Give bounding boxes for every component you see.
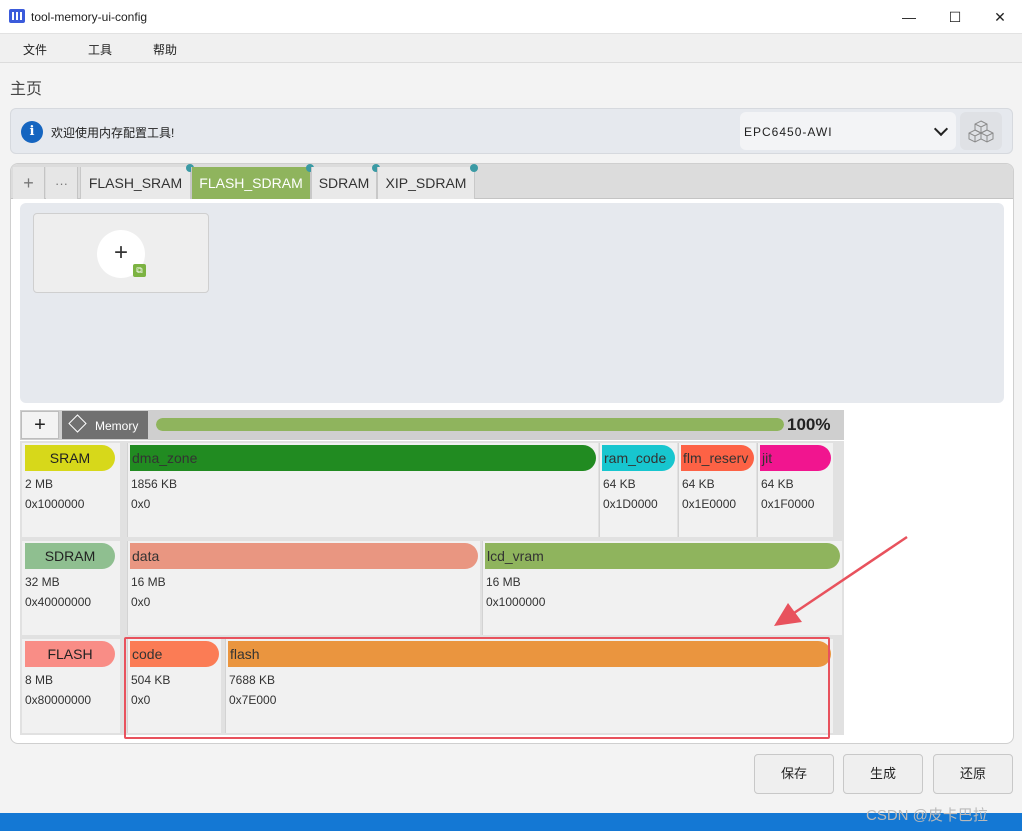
tab-label: FLASH_SRAM <box>88 175 183 191</box>
region-sdram[interactable]: SDRAM 32 MB 0x40000000 <box>22 541 120 635</box>
block-size: 16 MB <box>131 575 166 589</box>
block-jit[interactable]: jit 64 KB 0x1F0000 <box>757 443 833 537</box>
memory-row-sdram: SDRAM 32 MB 0x40000000 data 16 MB 0x0 lc… <box>20 539 844 637</box>
block-size: 64 KB <box>682 477 715 491</box>
block-size: 64 KB <box>761 477 794 491</box>
tab-label: FLASH_SDRAM <box>199 175 303 191</box>
region-address: 0x80000000 <box>25 693 92 707</box>
block-name: data <box>130 543 478 569</box>
region-size: 8 MB <box>25 673 54 687</box>
tab-flash-sram[interactable]: FLASH_SRAM <box>80 164 194 199</box>
memory-label-text: Memory <box>95 419 139 433</box>
add-memory-button[interactable]: + <box>21 411 59 439</box>
cubes-icon <box>968 120 994 143</box>
region-sram[interactable]: SRAM 2 MB 0x1000000 <box>22 443 120 537</box>
block-name: dma_zone <box>130 445 596 471</box>
block-name: flm_reserv <box>681 445 754 471</box>
add-tab-button[interactable]: + <box>13 167 45 199</box>
memory-row-sram: SRAM 2 MB 0x1000000 dma_zone 1856 KB 0x0… <box>20 441 844 539</box>
block-address: 0x0 <box>131 497 151 511</box>
tab-label: SDRAM <box>318 175 370 191</box>
tab-flash-sdram[interactable]: FLASH_SDRAM <box>191 164 314 199</box>
layout-canvas: + ⧉ <box>20 203 1004 403</box>
block-address: 0x1000000 <box>486 595 546 609</box>
memory-label: Memory <box>62 411 148 439</box>
cube-button[interactable] <box>960 112 1002 150</box>
block-ram-code[interactable]: ram_code 64 KB 0x1D0000 <box>599 443 677 537</box>
memory-usage-bar <box>156 418 784 431</box>
region-size: 2 MB <box>25 477 54 491</box>
block-data[interactable]: data 16 MB 0x0 <box>127 541 480 635</box>
menu-help[interactable]: 帮助 <box>153 41 177 58</box>
plus-icon: + <box>23 172 34 193</box>
window-title: tool-memory-ui-config <box>31 10 148 24</box>
annotation-arrow-icon <box>774 535 908 626</box>
info-icon: i <box>21 121 43 143</box>
add-item-card[interactable]: + ⧉ <box>33 213 209 293</box>
watermark: CSDN @皮卡巴拉 <box>866 807 988 824</box>
memory-usage-percent: 100% <box>787 415 831 434</box>
minimize-button[interactable]: — <box>886 0 932 34</box>
maximize-icon: ☐ <box>948 8 962 25</box>
region-name: SRAM <box>25 445 115 471</box>
more-icon: ··· <box>55 175 68 191</box>
tab-sdram[interactable]: SDRAM <box>311 164 380 199</box>
maximize-button[interactable]: ☐ <box>932 0 978 34</box>
close-icon: ✕ <box>994 8 1006 25</box>
minimize-icon: — <box>902 9 916 25</box>
external-link-icon: ⧉ <box>133 264 146 277</box>
region-address: 0x1000000 <box>25 497 85 511</box>
title-bar: tool-memory-ui-config — ☐ ✕ <box>0 0 1022 34</box>
annotation-highlight-box <box>124 637 830 739</box>
memory-usage-fill <box>156 418 784 431</box>
region-size: 32 MB <box>25 575 60 589</box>
block-address: 0x0 <box>131 595 151 609</box>
tab-label: XIP_SDRAM <box>385 175 467 191</box>
block-name: ram_code <box>602 445 675 471</box>
menu-tools[interactable]: 工具 <box>88 41 112 58</box>
block-size: 1856 KB <box>131 477 178 491</box>
device-select-value: EPC6450-AWI <box>744 125 833 139</box>
diamond-icon <box>68 414 87 433</box>
save-button[interactable]: 保存 <box>754 754 834 794</box>
app-icon <box>9 9 25 23</box>
generate-button[interactable]: 生成 <box>843 754 923 794</box>
tab-strip: + ··· FLASH_SRAM FLASH_SDRAM SDRAM XIP_S… <box>11 164 1013 199</box>
tab-dot-icon <box>470 164 478 172</box>
device-select[interactable]: EPC6450-AWI <box>740 112 956 150</box>
close-button[interactable]: ✕ <box>977 0 1022 34</box>
more-tabs-button[interactable]: ··· <box>46 167 78 199</box>
block-address: 0x1F0000 <box>761 497 815 511</box>
tab-xip-sdram[interactable]: XIP_SDRAM <box>377 164 478 199</box>
info-bar: i 欢迎使用内存配置工具! EPC6450-AWI <box>10 108 1013 154</box>
region-address: 0x40000000 <box>25 595 92 609</box>
chevron-down-icon <box>933 121 949 137</box>
region-name: SDRAM <box>25 543 115 569</box>
page-title: 主页 <box>10 81 43 98</box>
block-name: jit <box>760 445 831 471</box>
block-flm-reserv[interactable]: flm_reserv 64 KB 0x1E0000 <box>678 443 756 537</box>
block-address: 0x1D0000 <box>603 497 658 511</box>
region-flash[interactable]: FLASH 8 MB 0x80000000 <box>22 639 120 733</box>
menu-file[interactable]: 文件 <box>23 41 47 58</box>
menu-bar: 文件 工具 帮助 <box>0 34 1022 63</box>
memory-toolbar: + Memory 100% <box>20 410 844 440</box>
region-name: FLASH <box>25 641 115 667</box>
block-dma-zone[interactable]: dma_zone 1856 KB 0x0 <box>127 443 598 537</box>
block-size: 64 KB <box>603 477 636 491</box>
block-address: 0x1E0000 <box>682 497 737 511</box>
welcome-message: 欢迎使用内存配置工具! <box>51 126 175 140</box>
block-size: 16 MB <box>486 575 521 589</box>
restore-button[interactable]: 还原 <box>933 754 1013 794</box>
